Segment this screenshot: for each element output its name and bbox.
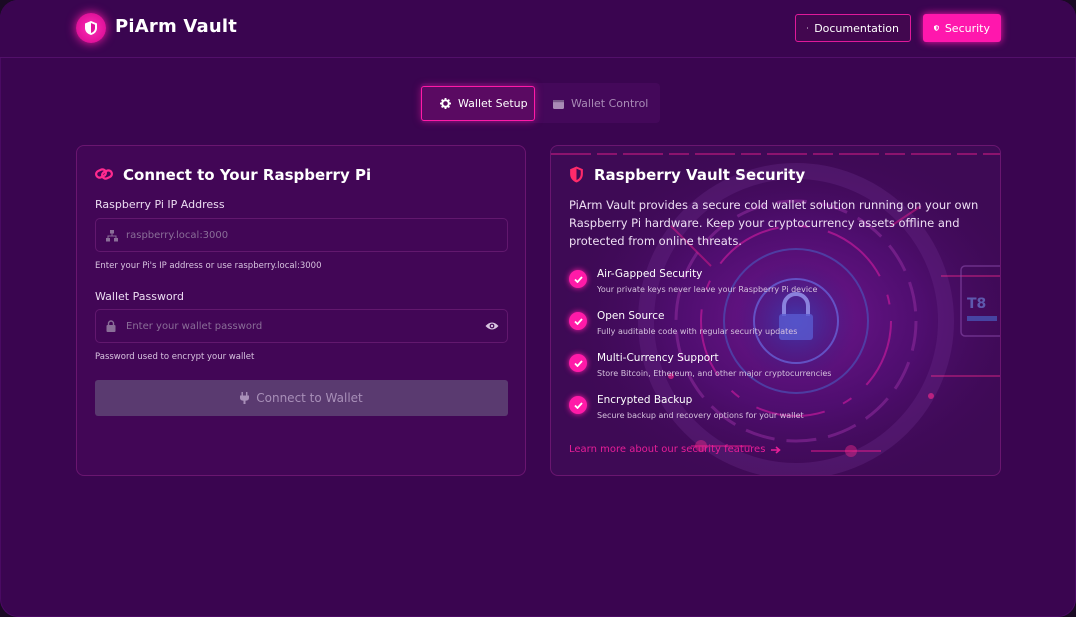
connect-card-title: Connect to Your Raspberry Pi	[123, 166, 372, 184]
gear-icon	[440, 98, 451, 109]
tab-wallet-setup-label: Wallet Setup	[458, 97, 528, 110]
shield-icon	[934, 25, 939, 31]
check-icon	[569, 270, 587, 288]
app-window: PiArm Vault Documentation Security Walle…	[0, 0, 1076, 617]
password-input[interactable]: Enter your wallet password	[95, 309, 508, 343]
connect-wallet-label: Connect to Wallet	[256, 391, 363, 405]
ip-address-label: Raspberry Pi IP Address	[95, 198, 225, 211]
connect-card: Connect to Your Raspberry Pi Raspberry P…	[76, 145, 526, 476]
check-icon	[569, 396, 587, 414]
documentation-button[interactable]: Documentation	[795, 14, 911, 42]
shield-logo-icon	[76, 13, 106, 43]
feature-description: Store Bitcoin, Ethereum, and other major…	[597, 369, 832, 378]
book-icon	[807, 27, 809, 29]
art-panel-text: T8	[967, 296, 987, 312]
ip-address-placeholder: raspberry.local:3000	[126, 229, 229, 241]
security-card-title: Raspberry Vault Security	[594, 166, 806, 184]
tab-wallet-setup[interactable]: Wallet Setup	[421, 86, 535, 121]
feature-title: Open Source	[597, 310, 665, 322]
learn-more-link[interactable]: Learn more about our security features	[569, 444, 782, 455]
shield-icon	[570, 166, 583, 183]
tab-wallet-control[interactable]: Wallet Control	[553, 86, 658, 121]
tab-bar: Wallet Setup Wallet Control	[420, 83, 660, 123]
eye-icon[interactable]	[485, 321, 499, 331]
feature-title: Multi-Currency Support	[597, 352, 719, 364]
top-header: PiArm Vault Documentation Security	[0, 0, 1076, 58]
learn-more-label: Learn more about our security features	[569, 444, 766, 455]
arrow-right-icon	[771, 445, 782, 454]
feature-title: Air-Gapped Security	[597, 268, 703, 280]
security-label: Security	[944, 21, 990, 35]
link-icon	[95, 168, 113, 180]
documentation-label: Documentation	[814, 21, 899, 35]
feature-description: Fully auditable code with regular securi…	[597, 327, 798, 336]
check-icon	[569, 312, 587, 330]
wallet-icon	[553, 99, 564, 109]
security-card: T8 Raspberry Vault Security PiArm Vault …	[550, 145, 1001, 476]
tab-wallet-control-label: Wallet Control	[571, 97, 649, 110]
password-label: Wallet Password	[95, 290, 184, 303]
password-placeholder: Enter your wallet password	[126, 320, 263, 332]
brand-name: PiArm Vault	[115, 16, 238, 37]
security-description: PiArm Vault provides a secure cold walle…	[569, 198, 979, 248]
connect-wallet-button[interactable]: Connect to Wallet	[95, 380, 508, 416]
feature-description: Secure backup and recovery options for y…	[597, 411, 804, 420]
ip-address-hint: Enter your Pi's IP address or use raspbe…	[95, 261, 322, 271]
feature-title: Encrypted Backup	[597, 394, 693, 406]
plug-icon	[240, 392, 250, 404]
network-icon	[106, 230, 118, 242]
check-icon	[569, 354, 587, 372]
feature-description: Your private keys never leave your Raspb…	[597, 285, 818, 294]
security-button[interactable]: Security	[923, 14, 1001, 42]
ip-address-input[interactable]: raspberry.local:3000	[95, 218, 508, 252]
lock-icon	[106, 320, 116, 332]
password-hint: Password used to encrypt your wallet	[95, 352, 255, 362]
